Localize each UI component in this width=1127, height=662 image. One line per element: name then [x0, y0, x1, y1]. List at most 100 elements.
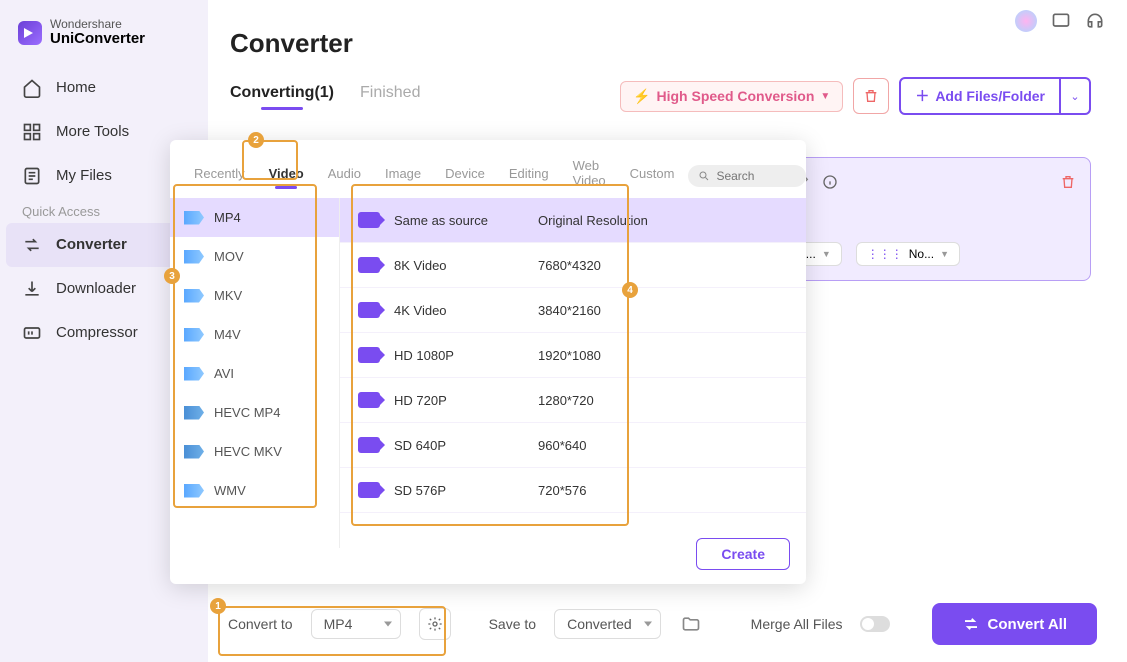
sidebar-item-label: More Tools	[56, 123, 129, 140]
high-speed-button[interactable]: ⚡ High Speed Conversion ▼	[620, 81, 843, 112]
ptab-image[interactable]: Image	[375, 162, 431, 191]
caret-down-icon: ▼	[940, 249, 949, 259]
tab-finished[interactable]: Finished	[360, 84, 420, 108]
res-value: 1280*720	[538, 393, 594, 408]
convert-to-label: Convert to	[228, 616, 293, 632]
bottom-bar: Convert to MP4 Save to Converted Merge A…	[208, 598, 1127, 650]
info-icon[interactable]	[822, 174, 838, 190]
video-icon	[358, 257, 380, 273]
clear-list-button[interactable]	[853, 78, 889, 114]
res-576p[interactable]: SD 576P720*576	[340, 468, 806, 513]
res-same-as-source[interactable]: Same as sourceOriginal Resolution	[340, 198, 806, 243]
format-label: WMV	[214, 483, 246, 498]
ptab-custom[interactable]: Custom	[620, 162, 685, 191]
sidebar-item-label: Converter	[56, 236, 127, 253]
home-icon	[22, 78, 42, 98]
video-format-icon	[184, 406, 204, 420]
main-tabs: Converting(1) Finished	[230, 84, 420, 108]
delete-file-button[interactable]	[1060, 174, 1076, 190]
compress-icon	[22, 323, 42, 343]
file-card-info	[794, 174, 1076, 190]
res-1080p[interactable]: HD 1080P1920*1080	[340, 333, 806, 378]
res-640p[interactable]: SD 640P 960*640	[340, 423, 806, 468]
add-files-button[interactable]: ＋ Add Files/Folder	[899, 77, 1061, 115]
sidebar-item-label: Compressor	[56, 324, 138, 341]
create-preset-button[interactable]: Create	[696, 538, 790, 570]
open-folder-button[interactable]	[679, 612, 703, 636]
res-8k[interactable]: 8K Video7680*4320	[340, 243, 806, 288]
files-icon	[22, 166, 42, 186]
res-value: 720*576	[538, 483, 586, 498]
annotation-badge-1: 1	[210, 598, 226, 614]
ptab-recently[interactable]: Recently	[184, 162, 255, 191]
tabs-row: Converting(1) Finished ⚡ High Speed Conv…	[230, 77, 1091, 115]
format-hevc-mp4[interactable]: HEVC MP4	[170, 393, 339, 432]
format-list[interactable]: MP4 MOV MKV M4V AVI HEVC MP4 HEVC MKV WM…	[170, 198, 340, 548]
format-hevc-mkv[interactable]: HEVC MKV	[170, 432, 339, 471]
merge-label: Merge All Files	[751, 616, 843, 632]
video-format-icon	[184, 445, 204, 459]
res-name: HD 1080P	[394, 348, 524, 363]
ptab-webvideo[interactable]: Web Video	[563, 154, 616, 198]
format-label: M4V	[214, 327, 241, 342]
format-avi[interactable]: AVI	[170, 354, 339, 393]
format-wmv[interactable]: WMV	[170, 471, 339, 510]
save-to-value: Converted	[567, 616, 632, 632]
convert-icon	[962, 615, 980, 633]
annotation-badge-3: 3	[164, 268, 180, 284]
toolbar-actions: ⚡ High Speed Conversion ▼ ＋ Add Files/Fo…	[620, 77, 1091, 115]
logo-icon	[18, 21, 42, 45]
video-format-icon	[184, 328, 204, 342]
chevron-down-icon: ⌄	[1070, 90, 1079, 103]
format-label: HEVC MP4	[214, 405, 280, 420]
sidebar-item-home[interactable]: Home	[0, 66, 208, 110]
format-mp4[interactable]: MP4	[170, 198, 339, 237]
res-value: 960*640	[538, 438, 586, 453]
ptab-video[interactable]: Video	[259, 162, 314, 191]
convert-all-button[interactable]: Convert All	[932, 603, 1097, 645]
page-title: Converter	[230, 28, 1091, 59]
res-4k[interactable]: 4K Video3840*2160	[340, 288, 806, 333]
format-m4v[interactable]: M4V	[170, 315, 339, 354]
res-value: 3840*2160	[538, 303, 601, 318]
merge-toggle[interactable]	[860, 616, 890, 632]
grid-icon	[22, 122, 42, 142]
format-label: MP4	[214, 210, 241, 225]
format-settings-button[interactable]	[419, 608, 451, 640]
video-icon	[358, 302, 380, 318]
add-files-dropdown[interactable]: ⌄	[1061, 77, 1091, 115]
format-label: HEVC MKV	[214, 444, 282, 459]
converter-icon	[22, 235, 42, 255]
caret-down-icon: ▼	[820, 91, 830, 102]
ptab-editing[interactable]: Editing	[499, 162, 559, 191]
format-label: MOV	[214, 249, 244, 264]
ptab-audio[interactable]: Audio	[318, 162, 371, 191]
sidebar-item-label: Home	[56, 79, 96, 96]
format-mkv[interactable]: MKV	[170, 276, 339, 315]
format-popup: Recently Video Audio Image Device Editin…	[170, 140, 806, 584]
res-720p[interactable]: HD 720P1280*720	[340, 378, 806, 423]
add-files-label: Add Files/Folder	[935, 88, 1045, 104]
folder-icon	[681, 614, 701, 634]
high-speed-label: High Speed Conversion	[656, 88, 814, 104]
convert-to-select[interactable]: MP4	[311, 609, 401, 639]
search-input[interactable]	[716, 169, 796, 183]
video-icon	[358, 437, 380, 453]
video-icon	[358, 212, 380, 228]
video-icon	[358, 347, 380, 363]
video-icon	[358, 392, 380, 408]
save-to-label: Save to	[489, 616, 536, 632]
search-box[interactable]	[688, 165, 806, 187]
resolution-list[interactable]: Same as sourceOriginal Resolution 8K Vid…	[340, 198, 806, 548]
res-name: SD 640P	[394, 438, 524, 453]
opt-label: No...	[909, 247, 934, 261]
video-format-icon	[184, 289, 204, 303]
format-mov[interactable]: MOV	[170, 237, 339, 276]
logo-text: Wondershare UniConverter	[50, 18, 145, 48]
annotation-badge-2: 2	[248, 132, 264, 148]
save-to-select[interactable]: Converted	[554, 609, 661, 639]
res-value: Original Resolution	[538, 213, 648, 228]
tab-converting[interactable]: Converting(1)	[230, 84, 334, 108]
ptab-device[interactable]: Device	[435, 162, 495, 191]
audio-option[interactable]: ⋮⋮⋮ No... ▼	[856, 242, 960, 266]
